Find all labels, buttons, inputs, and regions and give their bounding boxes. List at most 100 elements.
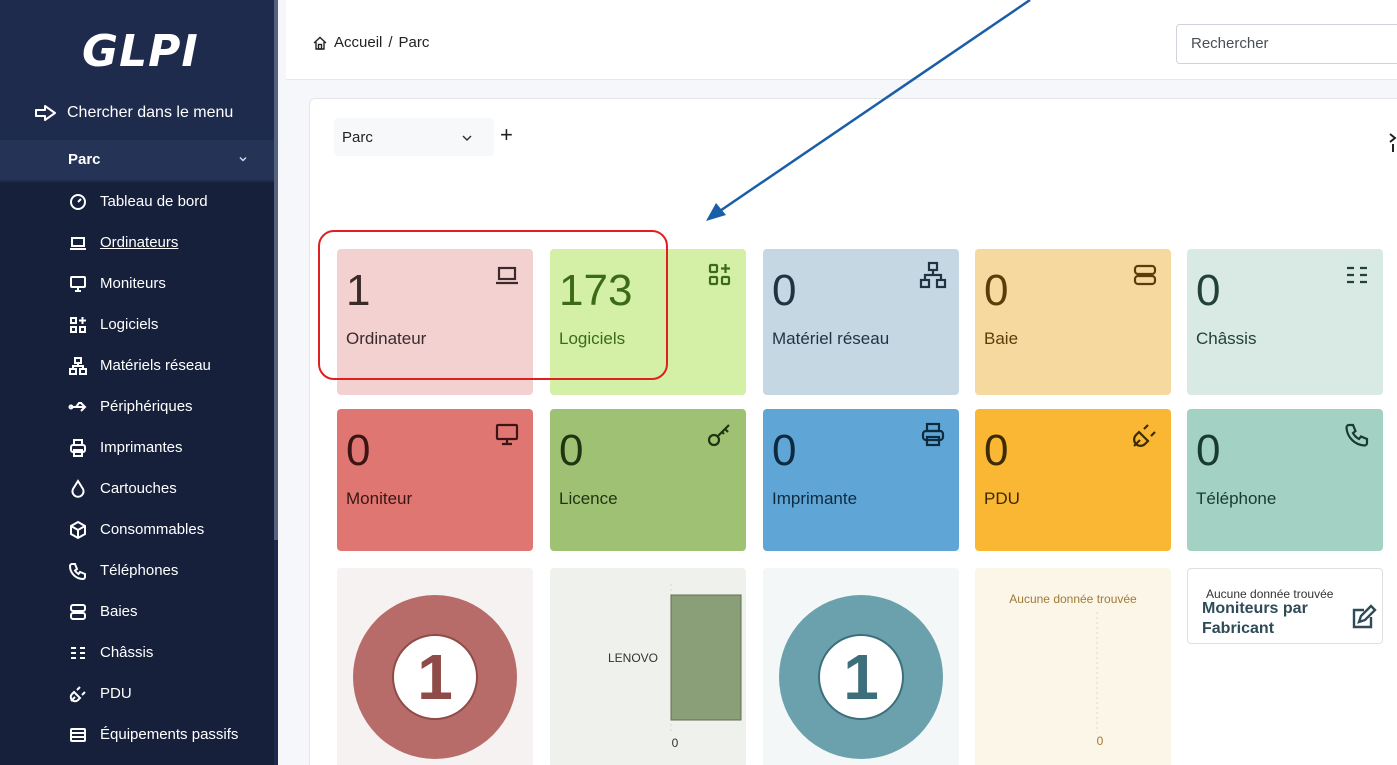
- search-input[interactable]: Rechercher: [1176, 24, 1397, 64]
- card-label: Imprimante: [772, 489, 858, 508]
- sidebar-item-label: Téléphones: [100, 562, 179, 579]
- arrow-right-icon: [35, 105, 56, 121]
- sidebar-section-parc[interactable]: Parc: [0, 140, 274, 180]
- highlight-box: [318, 230, 668, 380]
- card-licence[interactable]: 0 Licence: [550, 409, 746, 551]
- sidebar-item-consommables[interactable]: Consommables: [68, 520, 204, 540]
- menu-search-label: Chercher dans le menu: [67, 104, 234, 121]
- passive-icon: [70, 728, 86, 742]
- bar-axis-tick: 0: [672, 736, 679, 750]
- droplet-icon: [71, 479, 85, 498]
- no-data-text: Aucune donnée trouvée: [1009, 592, 1137, 606]
- printer-icon: [70, 439, 86, 457]
- card-pdu[interactable]: 0 PDU: [975, 409, 1171, 551]
- card-materiel-reseau[interactable]: 0 Matériel réseau: [763, 249, 959, 395]
- sidebar-item-moniteurs[interactable]: Moniteurs: [68, 274, 166, 294]
- sidebar-item-materiels-reseau[interactable]: Matériels réseau: [68, 356, 211, 376]
- card-label: Châssis: [1196, 329, 1257, 348]
- sidebar-item-equipements-passifs[interactable]: Équipements passifs: [68, 725, 238, 745]
- card-chassis[interactable]: 0 Châssis: [1187, 249, 1383, 395]
- sidebar-item-label: Tableau de bord: [100, 193, 208, 210]
- phone-icon: [1345, 423, 1369, 447]
- breadcrumb-current[interactable]: Parc: [399, 34, 430, 51]
- card-imprimante[interactable]: 0 Imprimante: [763, 409, 959, 551]
- chevron-down-icon: [239, 156, 247, 162]
- sidebar-item-label: Consommables: [100, 521, 205, 538]
- sidebar-item-ordinateurs[interactable]: Ordinateurs: [68, 233, 178, 253]
- widget-moniteurs-par-fabricant[interactable]: Aucune donnée trouvée Moniteurs par Fabr…: [1187, 568, 1383, 644]
- sidebar-items: Tableau de bord Ordinateurs Moniteurs Lo…: [0, 182, 274, 765]
- sidebar-item-label: Moniteurs: [100, 275, 166, 292]
- sidebar-item-imprimantes[interactable]: Imprimantes: [68, 438, 183, 458]
- bar-category-label: LENOVO: [608, 651, 658, 665]
- add-dashboard-button[interactable]: +: [500, 124, 513, 146]
- donut-value: 1: [417, 641, 453, 713]
- breadcrumb-home[interactable]: Accueil: [334, 34, 382, 51]
- widget-fabricant-bar[interactable]: LENOVO 0: [550, 568, 746, 765]
- card-baie[interactable]: 0 Baie: [975, 249, 1171, 395]
- apps-icon: [708, 263, 731, 286]
- server-icon: [1133, 264, 1157, 286]
- card-label: Téléphone: [1196, 489, 1277, 508]
- sidebar-item-label: Matériels réseau: [100, 357, 211, 374]
- edit-icon[interactable]: [1348, 603, 1378, 633]
- card-label: PDU: [984, 489, 1020, 508]
- card-telephone[interactable]: 0 Téléphone: [1187, 409, 1383, 551]
- package-icon: [70, 520, 86, 540]
- settings-icon[interactable]: [1388, 130, 1397, 156]
- sidebar-item-label: Ordinateurs: [100, 234, 179, 251]
- chassis-icon: [1347, 266, 1367, 284]
- plug-icon: [1133, 424, 1156, 447]
- home-icon[interactable]: [312, 35, 328, 51]
- sidebar-item-baies[interactable]: Baies: [68, 602, 138, 622]
- card-label: Moniteur: [346, 489, 413, 508]
- card-moniteur[interactable]: 0 Moniteur: [337, 409, 533, 551]
- card-value: 0: [984, 426, 1009, 475]
- bar-lenovo: [670, 594, 742, 721]
- sidebar-item-tableau-de-bord[interactable]: Tableau de bord: [68, 192, 208, 212]
- top-header: Accueil / Parc Rechercher: [286, 0, 1397, 80]
- glpi-logo[interactable]: GLPI: [82, 26, 199, 77]
- usb-icon: [68, 402, 87, 412]
- sidebar-item-label: Imprimantes: [100, 439, 183, 456]
- card-value: 0: [1196, 426, 1221, 475]
- card-label: Licence: [559, 489, 618, 508]
- sidebar-item-chassis[interactable]: Châssis: [68, 643, 153, 663]
- sidebar-item-label: Baies: [100, 603, 138, 620]
- dashboard-select[interactable]: Parc: [334, 118, 494, 156]
- chassis-icon: [71, 647, 85, 659]
- sidebar-item-cartouches[interactable]: Cartouches: [68, 479, 177, 499]
- monitor-icon: [495, 423, 519, 446]
- sidebar-item-label: Châssis: [100, 644, 154, 661]
- network-icon: [69, 357, 87, 375]
- sidebar-item-telephones[interactable]: Téléphones: [68, 561, 178, 581]
- sidebar-item-label: Logiciels: [100, 316, 159, 333]
- sidebar: GLPI Chercher dans le menu Parc Tableau …: [0, 0, 278, 765]
- bar-chart: LENOVO 0: [608, 584, 742, 750]
- apps-icon: [70, 317, 86, 333]
- donut-value: 1: [843, 641, 879, 713]
- sidebar-item-peripheriques[interactable]: Périphériques: [68, 397, 193, 417]
- chevron-down-icon: [462, 135, 472, 142]
- card-label: Matériel réseau: [772, 329, 890, 348]
- card-value: 0: [1196, 266, 1221, 315]
- donut-chart: 1: [779, 595, 943, 759]
- sidebar-item-label: Périphériques: [100, 398, 193, 415]
- server-icon: [70, 604, 86, 620]
- widget-empty[interactable]: Aucune donnée trouvée 0: [975, 568, 1171, 765]
- widget-moniteurs-donut[interactable]: 1: [763, 568, 959, 765]
- axis-tick: 0: [1097, 734, 1104, 748]
- card-value: 0: [772, 266, 797, 315]
- widget-ordinateurs-donut[interactable]: 1: [337, 568, 533, 765]
- key-icon: [707, 424, 730, 447]
- card-value: 0: [984, 266, 1009, 315]
- menu-search-link[interactable]: Chercher dans le menu: [34, 104, 233, 122]
- printer-icon: [921, 422, 945, 447]
- widget-title: Moniteurs par Fabricant: [1202, 600, 1308, 637]
- card-value: 0: [772, 426, 797, 475]
- sidebar-item-pdu[interactable]: PDU: [68, 684, 132, 704]
- monitor-icon: [70, 276, 86, 292]
- sidebar-scrollbar[interactable]: [274, 0, 278, 540]
- sidebar-item-logiciels[interactable]: Logiciels: [68, 315, 158, 335]
- breadcrumb: Accueil / Parc: [312, 34, 429, 51]
